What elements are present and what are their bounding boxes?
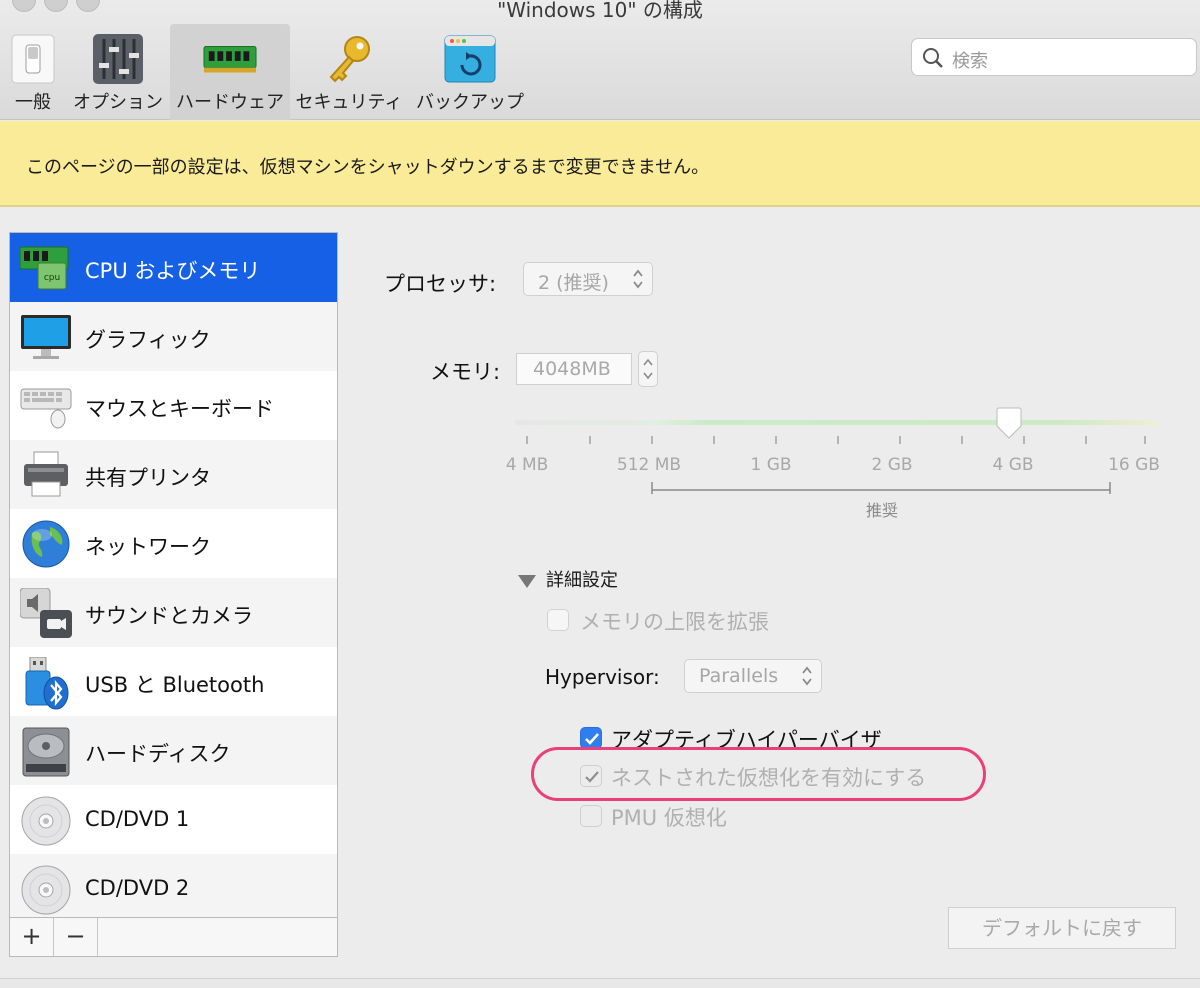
toolbar-security-label: セキュリティ	[295, 92, 403, 113]
sidebar-item-label: サウンドとカメラ	[85, 604, 253, 628]
processor-label: プロセッサ:	[384, 272, 497, 296]
processor-popup[interactable]: 2 (推奨)	[523, 262, 653, 296]
toolbar-general-label: 一般	[15, 92, 51, 113]
svg-text:cpu: cpu	[44, 273, 60, 283]
ram-icon	[203, 32, 257, 86]
chevron-updown-icon	[643, 358, 653, 380]
sidebar-item-label: グラフィック	[85, 328, 211, 352]
sidebar-item-graphics[interactable]: グラフィック	[10, 302, 337, 371]
toolbar-hardware[interactable]: ハードウェア	[170, 24, 290, 120]
globe-icon	[20, 519, 72, 569]
extend-memory-checkbox[interactable]	[547, 609, 569, 631]
search-icon	[923, 48, 943, 68]
sidebar-item-harddisk[interactable]: ハードディスク	[10, 716, 337, 785]
toolbar-hardware-label: ハードウェア	[176, 92, 284, 113]
tick-label: 16 GB	[1108, 455, 1160, 475]
toolbar-general[interactable]: 一般	[0, 24, 66, 120]
hardware-sidebar: cpu CPU およびメモリ グラフィック マウスとキーボード 共有プリンタ ネ…	[9, 232, 338, 918]
tick-label: 4 MB	[505, 455, 549, 475]
sidebar-item-label: CD/DVD 1	[85, 807, 190, 831]
sidebar-item-sound-camera[interactable]: サウンドとカメラ	[10, 578, 337, 647]
chevron-updown-icon	[633, 269, 643, 289]
hypervisor-popup[interactable]: Parallels	[684, 659, 822, 693]
tick-label: 1 GB	[750, 455, 792, 475]
warning-banner: このページの一部の設定は、仮想マシンをシャットダウンするまで変更できません。	[0, 121, 1200, 207]
memory-label: メモリ:	[430, 360, 501, 384]
sidebar-item-label: ハードディスク	[85, 742, 231, 766]
window-title: "Windows 10" の構成	[497, 0, 703, 22]
remove-device-button[interactable]: −	[54, 918, 98, 956]
cpu-memory-icon: cpu	[19, 243, 72, 293]
tick-label: 4 GB	[992, 455, 1034, 475]
disclosure-triangle-icon	[518, 574, 536, 588]
add-device-button[interactable]: +	[10, 918, 54, 956]
sidebar-item-label: マウスとキーボード	[85, 397, 274, 421]
advanced-title: 詳細設定	[546, 570, 618, 591]
pmu-virtualization-label: PMU 仮想化	[611, 806, 727, 830]
chevron-updown-icon	[802, 666, 812, 686]
toolbar-options[interactable]: オプション	[70, 24, 166, 120]
sidebar-item-printer[interactable]: 共有プリンタ	[10, 440, 337, 509]
highlight-ring	[531, 747, 986, 801]
restore-defaults-button[interactable]: デフォルトに戻す	[948, 907, 1176, 949]
toolbar-security[interactable]: セキュリティ	[294, 24, 404, 120]
sidebar-item-cd-dvd-2[interactable]: CD/DVD 2	[10, 854, 337, 917]
speaker-camera-icon	[19, 587, 72, 638]
hypervisor-label: Hypervisor:	[545, 665, 660, 689]
memory-value: 4048MB	[533, 358, 611, 380]
sidebar-item-label: 共有プリンタ	[85, 466, 211, 490]
usb-bluetooth-icon	[20, 656, 72, 710]
disc-icon	[20, 795, 72, 846]
sliders-icon	[91, 32, 145, 86]
sidebar-item-cpu-memory[interactable]: cpu CPU およびメモリ	[10, 233, 337, 302]
extend-memory-label: メモリの上限を拡張	[580, 610, 769, 634]
memory-field[interactable]: 4048MB	[516, 353, 632, 385]
keyboard-icon	[20, 381, 72, 431]
warning-banner-text: このページの一部の設定は、仮想マシンをシャットダウンするまで変更できません。	[26, 157, 710, 178]
printer-icon	[20, 450, 72, 500]
title-toolbar: "Windows 10" の構成 一般 オプション ハードウェア セキュリティ …	[0, 0, 1200, 120]
slider-thumb[interactable]	[996, 407, 1022, 439]
tick-label: 512 MB	[616, 455, 682, 475]
toolbar-backup[interactable]: バックアップ	[410, 24, 530, 120]
processor-value: 2 (推奨)	[538, 272, 609, 294]
memory-stepper[interactable]	[638, 351, 658, 387]
sidebar-item-label: CPU およびメモリ	[85, 259, 261, 283]
key-icon	[322, 32, 376, 86]
sidebar-item-mouse-keyboard[interactable]: マウスとキーボード	[10, 371, 337, 440]
backup-icon	[443, 32, 497, 86]
window-bottom-edge	[0, 978, 1200, 988]
search-placeholder: 検索	[952, 51, 988, 72]
toolbar-backup-label: バックアップ	[416, 92, 524, 113]
harddisk-icon	[20, 726, 72, 777]
disc-icon	[20, 864, 72, 915]
sidebar-footer: + −	[9, 917, 338, 957]
sidebar-item-network[interactable]: ネットワーク	[10, 509, 337, 578]
memory-slider[interactable]	[500, 400, 1180, 500]
sidebar-item-label: ネットワーク	[85, 535, 211, 559]
recommended-label: 推奨	[865, 501, 899, 520]
sidebar-item-usb-bluetooth[interactable]: USB と Bluetooth	[10, 647, 337, 716]
hypervisor-value: Parallels	[699, 665, 779, 687]
search-field[interactable]: 検索	[911, 38, 1197, 76]
adaptive-hypervisor-checkbox[interactable]	[580, 727, 602, 749]
sidebar-item-cd-dvd-1[interactable]: CD/DVD 1	[10, 785, 337, 854]
monitor-icon	[20, 312, 72, 362]
pmu-virtualization-checkbox[interactable]	[580, 805, 602, 827]
sidebar-item-label: USB と Bluetooth	[85, 673, 265, 697]
tick-label: 2 GB	[871, 455, 913, 475]
slider-track	[515, 420, 1157, 425]
sidebar-item-label: CD/DVD 2	[85, 876, 190, 900]
toolbar-options-label: オプション	[73, 92, 163, 113]
advanced-disclosure[interactable]: 詳細設定	[518, 566, 618, 592]
switch-icon	[6, 32, 60, 86]
slider-ticks	[526, 436, 1146, 444]
recommended-bracket	[651, 482, 1111, 494]
